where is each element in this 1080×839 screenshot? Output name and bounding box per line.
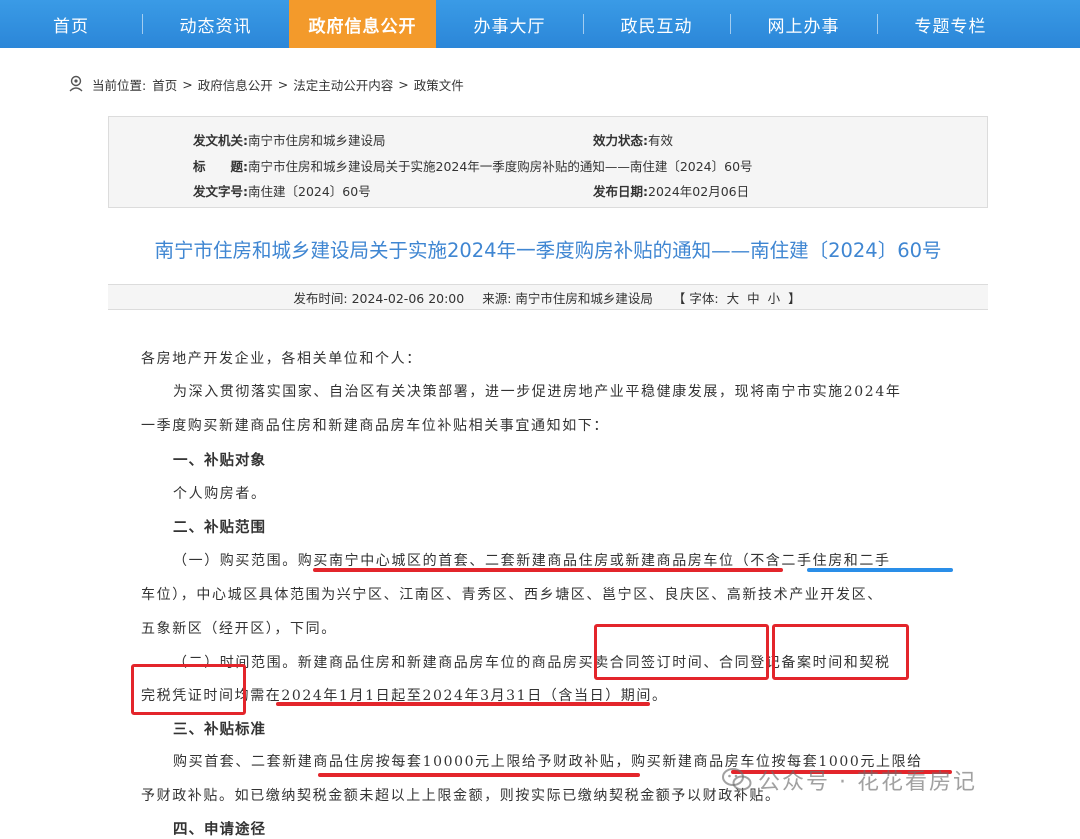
title-key: 标 题: (193, 159, 248, 174)
paragraph-intro-2: 一季度购买新建商品住房和新建商品房车位补贴相关事宜通知如下： (141, 418, 609, 434)
breadcrumb: 当前位置: 首页 > 政府信息公开 > 法定主动公开内容 > 政策文件 (68, 74, 464, 94)
breadcrumb-separator: > (277, 76, 289, 92)
breadcrumb-gov-info[interactable]: 政府信息公开 (198, 75, 273, 94)
title-row: 标 题: 南宁市住房和城乡建设局关于实施2024年一季度购房补贴的通知——南住建… (193, 156, 753, 175)
docno-key: 发文字号: (193, 184, 248, 199)
salutation: 各房地产开发企业，各相关单位和个人： (141, 351, 422, 367)
nav-online-service[interactable]: 网上办事 (730, 0, 877, 48)
docno-value: 南住建〔2024〕60号 (248, 184, 371, 199)
breadcrumb-legal-content[interactable]: 法定主动公开内容 (293, 75, 393, 94)
status-key: 效力状态: (593, 133, 648, 148)
title-value: 南宁市住房和城乡建设局关于实施2024年一季度购房补贴的通知——南住建〔2024… (248, 159, 753, 174)
section-heading-3: 三、补贴标准 (173, 722, 266, 738)
breadcrumb-separator: > (398, 76, 409, 92)
red-underline-housing-subsidy (318, 773, 640, 777)
breadcrumb-separator: > (182, 76, 193, 92)
status-value: 有效 (648, 133, 674, 148)
red-underline-purchase-scope (313, 568, 783, 572)
paragraph-intro-1: 为深入贯彻落实国家、自治区有关决策部署，进一步促进房地产业平稳健康发展，现将南宁… (173, 384, 902, 400)
top-nav: 首页 动态资讯 政府信息公开 办事大厅 政民互动 网上办事 专题专栏 (0, 0, 1080, 48)
issuer-row: 发文机关: 南宁市住房和城乡建设局 (193, 130, 386, 149)
font-size-medium[interactable]: 中 (747, 291, 760, 306)
date-row: 发布日期: 2024年02月06日 (593, 181, 749, 200)
watermark: 公众号 · 花花看房记 (722, 764, 977, 796)
paragraph-scope-2: 车位），中心城区具体范围为兴宁区、江南区、青秀区、西乡塘区、邕宁区、良庆区、高新… (141, 587, 883, 603)
font-label: 【 字体: (672, 290, 719, 306)
red-box-tax-time (131, 664, 246, 715)
watermark-text: 公众号 · 花花看房记 (758, 770, 977, 795)
location-icon (69, 75, 83, 92)
document-info-box: 发文机关: 南宁市住房和城乡建设局 效力状态: 有效 标 题: 南宁市住房和城乡… (108, 116, 988, 208)
issuer-key: 发文机关: (193, 133, 248, 148)
document-meta-bar: 发布时间: 2024-02-06 20:00 来源: 南宁市住房和城乡建设局 【… (108, 284, 988, 310)
font-size-large[interactable]: 大 (727, 291, 740, 306)
paragraph-scope-3: 五象新区（经开区），下同。 (141, 621, 337, 637)
section-heading-4: 四、申请途径 (173, 822, 266, 838)
date-value: 2024年02月06日 (648, 184, 750, 199)
red-box-contract-time (594, 624, 769, 680)
font-size-small[interactable]: 小 (768, 291, 781, 306)
nav-home[interactable]: 首页 (0, 0, 142, 48)
breadcrumb-label: 当前位置: (92, 77, 147, 93)
section-heading-2: 二、补贴范围 (173, 520, 266, 536)
paragraph-object: 个人购房者。 (173, 486, 267, 502)
font-end: 】 (788, 290, 801, 306)
red-box-registration-time (772, 624, 909, 680)
breadcrumb-home[interactable]: 首页 (152, 75, 177, 94)
nav-gov-info[interactable]: 政府信息公开 (289, 0, 436, 48)
document-title: 南宁市住房和城乡建设局关于实施2024年一季度购房补贴的通知——南住建〔2024… (154, 239, 942, 262)
status-row: 效力状态: 有效 (593, 130, 673, 149)
paragraph-standard-2: 予财政补贴。如已缴纳契税金额未超以上上限金额，则按实际已缴纳契税金额予以财政补贴… (141, 788, 781, 804)
breadcrumb-policy-docs[interactable]: 政策文件 (414, 75, 464, 94)
blue-underline-exclusion (807, 568, 953, 572)
issuer-value: 南宁市住房和城乡建设局 (248, 133, 386, 148)
source: 来源: 南宁市住房和城乡建设局 (482, 290, 653, 306)
red-underline-date-range (276, 702, 650, 706)
nav-interaction[interactable]: 政民互动 (583, 0, 730, 48)
paragraph-scope-1: （一）购买范围。购买南宁中心城区的首套、二套新建商品住房或新建商品房车位（不含二… (173, 553, 891, 569)
publish-time: 发布时间: 2024-02-06 20:00 (293, 290, 465, 306)
section-heading-1: 一、补贴对象 (173, 453, 266, 469)
nav-service-hall[interactable]: 办事大厅 (436, 0, 583, 48)
docno-row: 发文字号: 南住建〔2024〕60号 (193, 181, 371, 200)
font-size-switcher: 【 字体: 大 中 小 】 (671, 288, 803, 307)
wechat-icon (722, 768, 752, 791)
nav-special-topics[interactable]: 专题专栏 (877, 0, 1024, 48)
nav-news[interactable]: 动态资讯 (142, 0, 289, 48)
date-key: 发布日期: (593, 184, 648, 199)
